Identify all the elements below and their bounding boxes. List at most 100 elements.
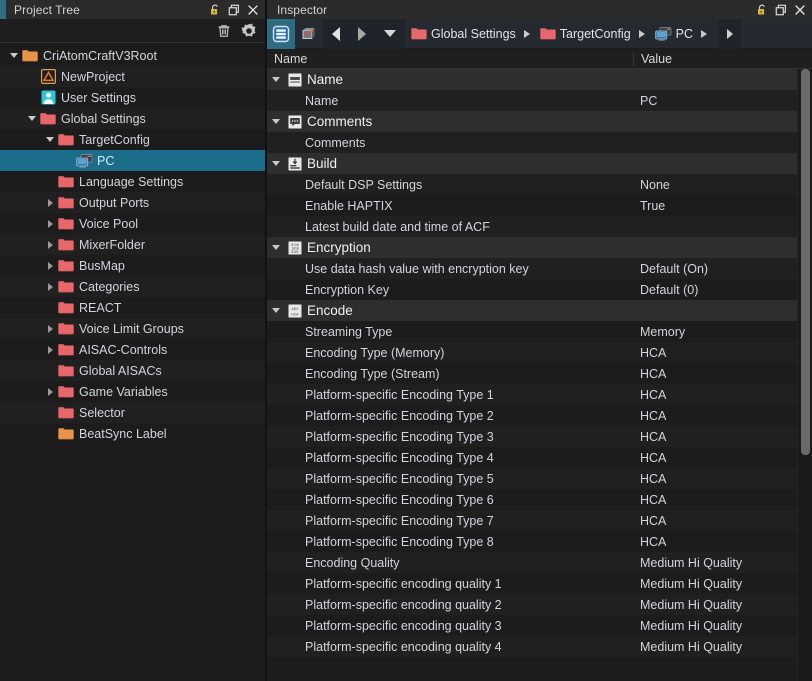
twisty-toggle[interactable] xyxy=(44,234,56,255)
tree-item-react[interactable]: REACT xyxy=(0,297,265,318)
tree-item-newproject[interactable]: NewProject xyxy=(0,66,265,87)
twisty-toggle[interactable] xyxy=(44,129,56,150)
tree-item-mixerfolder[interactable]: MixerFolder xyxy=(0,234,265,255)
property-value[interactable]: HCA xyxy=(633,514,797,528)
property-row[interactable]: Use data hash value with encryption key D… xyxy=(267,258,797,279)
twisty-toggle[interactable] xyxy=(44,276,56,297)
group-twisty-toggle[interactable] xyxy=(267,153,285,174)
tree-item-global-aisacs[interactable]: Global AISACs xyxy=(0,360,265,381)
property-value[interactable]: HCA xyxy=(633,451,797,465)
property-value[interactable]: None xyxy=(633,178,797,192)
close-icon[interactable] xyxy=(793,3,807,17)
property-value[interactable]: HCA xyxy=(633,493,797,507)
tree-item-game-variables[interactable]: Game Variables xyxy=(0,381,265,402)
revert-button[interactable] xyxy=(295,19,323,49)
property-row[interactable]: Platform-specific Encoding Type 3 HCA xyxy=(267,426,797,447)
restore-window-icon[interactable] xyxy=(774,3,788,17)
group-twisty-toggle[interactable] xyxy=(267,300,285,321)
property-row[interactable]: Platform-specific encoding quality 2 Medi… xyxy=(267,594,797,615)
property-group-header[interactable]: 0110 1010 0101 Encryption xyxy=(267,237,797,258)
property-row[interactable]: Platform-specific encoding quality 4 Medi… xyxy=(267,636,797,657)
property-value[interactable]: True xyxy=(633,199,797,213)
group-twisty-toggle[interactable] xyxy=(267,69,285,90)
tree-item-voice-limit-groups[interactable]: Voice Limit Groups xyxy=(0,318,265,339)
tree-item-output-ports[interactable]: Output Ports xyxy=(0,192,265,213)
twisty-toggle[interactable] xyxy=(26,108,38,129)
property-row[interactable]: Encryption Key Default (0) xyxy=(267,279,797,300)
tree-item-aisac-controls[interactable]: AISAC-Controls xyxy=(0,339,265,360)
property-row[interactable]: Enable HAPTIX True xyxy=(267,195,797,216)
property-group-header[interactable]: Name xyxy=(267,69,797,90)
property-row[interactable]: Encoding Type (Memory) HCA xyxy=(267,342,797,363)
tree-item-busmap[interactable]: BusMap xyxy=(0,255,265,276)
property-row[interactable]: Platform-specific encoding quality 1 Medi… xyxy=(267,573,797,594)
property-row[interactable]: Encoding Type (Stream) HCA xyxy=(267,363,797,384)
tree-item-targetconfig[interactable]: TargetConfig xyxy=(0,129,265,150)
tree-item-pc[interactable]: PC xyxy=(0,150,265,171)
property-row[interactable]: Platform-specific encoding quality 3 Medi… xyxy=(267,615,797,636)
gear-icon[interactable] xyxy=(240,22,258,40)
property-value[interactable]: Medium Hi Quality xyxy=(633,640,797,654)
restore-window-icon[interactable] xyxy=(227,3,241,17)
property-value[interactable]: HCA xyxy=(633,409,797,423)
breadcrumb-item-targetconfig[interactable]: TargetConfig xyxy=(534,19,635,49)
property-value[interactable]: Medium Hi Quality xyxy=(633,577,797,591)
property-row[interactable]: Name PC xyxy=(267,90,797,111)
property-group-header[interactable]: Build xyxy=(267,153,797,174)
breadcrumb-overflow-button[interactable] xyxy=(719,18,742,49)
property-row[interactable]: Encoding Quality Medium Hi Quality xyxy=(267,552,797,573)
history-dropdown-button[interactable] xyxy=(375,18,405,49)
property-value[interactable]: HCA xyxy=(633,388,797,402)
property-row[interactable]: Platform-specific Encoding Type 1 HCA xyxy=(267,384,797,405)
property-group-header[interactable]: ADX HCA Encode xyxy=(267,300,797,321)
property-value[interactable]: HCA xyxy=(633,346,797,360)
tree-item-beatsync-label[interactable]: BeatSync Label xyxy=(0,423,265,444)
property-value[interactable]: Memory xyxy=(633,325,797,339)
lock-icon[interactable] xyxy=(755,3,769,17)
property-value[interactable]: HCA xyxy=(633,430,797,444)
group-twisty-toggle[interactable] xyxy=(267,111,285,132)
property-row[interactable]: Default DSP Settings None xyxy=(267,174,797,195)
property-value[interactable]: Medium Hi Quality xyxy=(633,598,797,612)
property-row[interactable]: Comments xyxy=(267,132,797,153)
inspector-scrollbar[interactable] xyxy=(797,69,812,681)
tree-item-selector[interactable]: Selector xyxy=(0,402,265,423)
property-row[interactable]: Latest build date and time of ACF xyxy=(267,216,797,237)
twisty-toggle[interactable] xyxy=(44,192,56,213)
group-twisty-toggle[interactable] xyxy=(267,237,285,258)
property-value[interactable]: HCA xyxy=(633,535,797,549)
property-value[interactable]: Default (0) xyxy=(633,283,797,297)
twisty-toggle[interactable] xyxy=(44,255,56,276)
property-value[interactable]: Medium Hi Quality xyxy=(633,556,797,570)
twisty-toggle[interactable] xyxy=(44,381,56,402)
property-row[interactable]: Platform-specific Encoding Type 2 HCA xyxy=(267,405,797,426)
tree-item-user-settings[interactable]: User Settings xyxy=(0,87,265,108)
trash-icon[interactable] xyxy=(215,22,233,40)
breadcrumb-item-pc[interactable]: PC xyxy=(649,19,697,49)
tree-item-global-settings[interactable]: Global Settings xyxy=(0,108,265,129)
back-button[interactable] xyxy=(323,18,349,49)
lock-icon[interactable] xyxy=(208,3,222,17)
twisty-toggle[interactable] xyxy=(44,213,56,234)
property-value[interactable]: PC xyxy=(633,94,797,108)
breadcrumb-item-global-settings[interactable]: Global Settings xyxy=(405,19,520,49)
tree-item-language-settings[interactable]: Language Settings xyxy=(0,171,265,192)
tree-item-criatomcraftv3root[interactable]: CriAtomCraftV3Root xyxy=(0,45,265,66)
twisty-toggle[interactable] xyxy=(8,45,20,66)
property-row[interactable]: Platform-specific Encoding Type 8 HCA xyxy=(267,531,797,552)
property-value[interactable]: Medium Hi Quality xyxy=(633,619,797,633)
inspector-scrollbar-thumb[interactable] xyxy=(801,69,810,455)
property-row[interactable]: Platform-specific Encoding Type 7 HCA xyxy=(267,510,797,531)
tree-item-voice-pool[interactable]: Voice Pool xyxy=(0,213,265,234)
close-icon[interactable] xyxy=(246,3,260,17)
property-row[interactable]: Platform-specific Encoding Type 5 HCA xyxy=(267,468,797,489)
twisty-toggle[interactable] xyxy=(44,339,56,360)
list-view-button[interactable] xyxy=(267,18,295,49)
property-value[interactable]: HCA xyxy=(633,367,797,381)
property-value[interactable]: Default (On) xyxy=(633,262,797,276)
property-row[interactable]: Platform-specific Encoding Type 6 HCA xyxy=(267,489,797,510)
tree-item-categories[interactable]: Categories xyxy=(0,276,265,297)
property-group-header[interactable]: Comments xyxy=(267,111,797,132)
twisty-toggle[interactable] xyxy=(44,318,56,339)
property-row[interactable]: Streaming Type Memory xyxy=(267,321,797,342)
